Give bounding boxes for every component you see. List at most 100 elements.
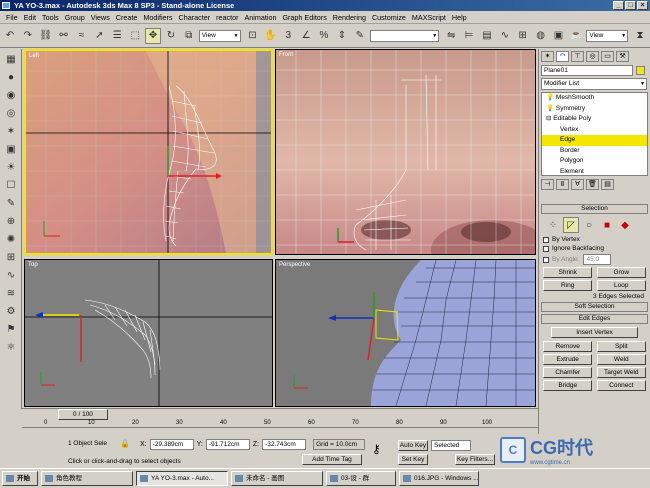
select-region-icon[interactable]: ⬚ (127, 28, 143, 44)
stack-item-edge[interactable]: Edge (542, 135, 647, 146)
task-3dsmax[interactable]: YA YO-3.max - Auto... (136, 471, 228, 486)
menu-reactor[interactable]: reactor (213, 13, 241, 22)
schematic-view-icon[interactable]: ⊞ (515, 28, 531, 44)
add-time-tag-button[interactable]: Add Time Tag (302, 454, 362, 465)
layer-manager-icon[interactable]: ▤ (479, 28, 495, 44)
task-chat[interactable]: 03-设 - 群 (326, 471, 396, 486)
viewport-label-perspective[interactable]: Perspective (279, 262, 310, 268)
select-by-name-icon[interactable]: ☰ (109, 28, 125, 44)
track-bar[interactable]: 0 10 20 30 40 50 60 70 80 90 100 (22, 420, 538, 428)
start-button[interactable]: 开始 (2, 471, 38, 486)
reference-coordinate-dropdown[interactable]: View (198, 29, 241, 42)
mirror-icon[interactable]: ⇋ (443, 28, 459, 44)
stack-item-element[interactable]: Element (542, 167, 647, 178)
display-tab-icon[interactable]: ▭ (601, 50, 614, 62)
motion-tab-icon[interactable]: ◎ (586, 50, 599, 62)
split-button[interactable]: Split (596, 341, 646, 352)
redo-icon[interactable]: ↷ (20, 28, 36, 44)
quick-render-icon[interactable]: ☕ (568, 28, 584, 44)
ignore-backfacing-checkbox[interactable]: Ignore Backfacing (543, 245, 646, 252)
set-key-button[interactable]: Set Key (398, 454, 428, 465)
menu-help[interactable]: Help (449, 13, 470, 22)
object-name-field[interactable]: Plane01 (541, 65, 633, 76)
patch-icon[interactable]: ⊞ (3, 249, 19, 265)
stack-item-vertex[interactable]: Vertex (542, 125, 647, 136)
menu-tools[interactable]: Tools (39, 13, 62, 22)
border-level-icon[interactable]: ○ (581, 217, 597, 233)
angle-snap-icon[interactable]: ∠ (298, 28, 314, 44)
viewport-label-left[interactable]: Left (29, 53, 39, 59)
named-selection-dropdown[interactable] (369, 29, 440, 42)
time-slider-thumb[interactable]: 0 / 100 (58, 409, 108, 420)
key-filters-button[interactable]: Key Filters... (455, 454, 495, 465)
auto-key-button[interactable]: Auto Key (398, 440, 428, 451)
make-unique-icon[interactable]: ∀ (571, 178, 584, 190)
reactor-icon[interactable]: ⚛ (3, 339, 19, 355)
systems-icon[interactable]: ⚙ (3, 303, 19, 319)
select-rotate-icon[interactable]: ↻ (163, 28, 179, 44)
task-folder[interactable]: 角色教程 (41, 471, 133, 486)
modifier-list-dropdown[interactable]: Modifier List (541, 78, 647, 90)
helpers-icon[interactable]: ⚑ (3, 321, 19, 337)
space-warp-icon[interactable]: ≋ (3, 285, 19, 301)
menu-views[interactable]: Views (88, 13, 113, 22)
menu-customize[interactable]: Customize (369, 13, 409, 22)
percent-snap-icon[interactable]: % (316, 28, 332, 44)
box-icon[interactable]: ▦ (3, 51, 19, 67)
chamfer-button[interactable]: Chamfer (543, 367, 593, 378)
viewport-top[interactable]: Top (24, 259, 273, 407)
viewport-perspective[interactable]: Perspective (275, 259, 536, 407)
select-manipulate-icon[interactable]: ✋ (262, 28, 278, 44)
render-scene-icon[interactable]: ▣ (551, 28, 567, 44)
y-field[interactable]: -91.712cm (205, 439, 250, 450)
remove-button[interactable]: Remove (543, 341, 593, 352)
close-button[interactable]: × (637, 1, 648, 10)
viewport-label-front[interactable]: Front (279, 52, 293, 58)
dummy-icon[interactable]: ☐ (3, 177, 19, 193)
unlink-icon[interactable]: ⚯ (56, 28, 72, 44)
menu-rendering[interactable]: Rendering (330, 13, 369, 22)
by-vertex-checkbox[interactable]: By Vertex (543, 236, 646, 243)
task-image-viewer[interactable]: 016.JPG - Windows ... (399, 471, 479, 486)
viewport-left[interactable]: Left (24, 49, 273, 255)
menu-file[interactable]: File (3, 13, 21, 22)
viewport-front[interactable]: Front (275, 49, 536, 255)
stack-item-polygon[interactable]: Polygon (542, 156, 647, 167)
bone-icon[interactable]: ✶ (3, 123, 19, 139)
key-icon[interactable]: ⚷ (372, 442, 381, 456)
particles-icon[interactable]: ✺ (3, 231, 19, 247)
compound-icon[interactable]: ⊕ (3, 213, 19, 229)
by-angle-field[interactable]: 45.0 (583, 254, 612, 265)
menu-modifiers[interactable]: Modifiers (140, 13, 175, 22)
menu-character[interactable]: Character (176, 13, 214, 22)
stack-item-editable-poly[interactable]: ⊟ Editable Poly (542, 114, 647, 125)
sphere-icon[interactable]: ● (3, 69, 19, 85)
remove-modifier-icon[interactable]: 🗑 (586, 178, 599, 190)
key-selection-dropdown[interactable]: Selected (431, 440, 471, 451)
menu-graph-editors[interactable]: Graph Editors (279, 13, 329, 22)
edge-level-icon[interactable]: ◸ (563, 217, 579, 233)
minimize-button[interactable]: _ (613, 1, 624, 10)
polygon-level-icon[interactable]: ■ (599, 217, 615, 233)
link-icon[interactable]: ⛓ (38, 28, 54, 44)
snap-toggle-icon[interactable]: 3 (280, 28, 296, 44)
viewport-label-top[interactable]: Top (28, 262, 38, 268)
show-end-result-icon[interactable]: Ⅱ (556, 178, 569, 190)
lock-selection-icon[interactable]: 🔒 (120, 439, 130, 448)
shape-icon[interactable]: ✎ (3, 195, 19, 211)
extrude-button[interactable]: Extrude (543, 354, 593, 365)
curve-editor-icon[interactable]: ∿ (497, 28, 513, 44)
bridge-button[interactable]: Bridge (543, 380, 593, 391)
bind-space-warp-icon[interactable]: ≈ (74, 28, 90, 44)
ring-button[interactable]: Ring (543, 280, 593, 291)
undo-icon[interactable]: ↶ (2, 28, 18, 44)
grow-button[interactable]: Grow (596, 267, 646, 278)
element-level-icon[interactable]: ◆ (617, 217, 633, 233)
menu-group[interactable]: Group (62, 13, 88, 22)
configure-sets-icon[interactable]: ▤ (601, 178, 614, 190)
by-angle-checkbox[interactable]: By Angle: 45.0 (543, 254, 646, 265)
named-selection-icon[interactable]: ✎ (352, 28, 368, 44)
soft-selection-rollout-header[interactable]: Soft Selection (541, 302, 648, 312)
camera-icon[interactable]: ▣ (3, 141, 19, 157)
stack-item-meshsmooth[interactable]: 💡 MeshSmooth (542, 93, 647, 104)
